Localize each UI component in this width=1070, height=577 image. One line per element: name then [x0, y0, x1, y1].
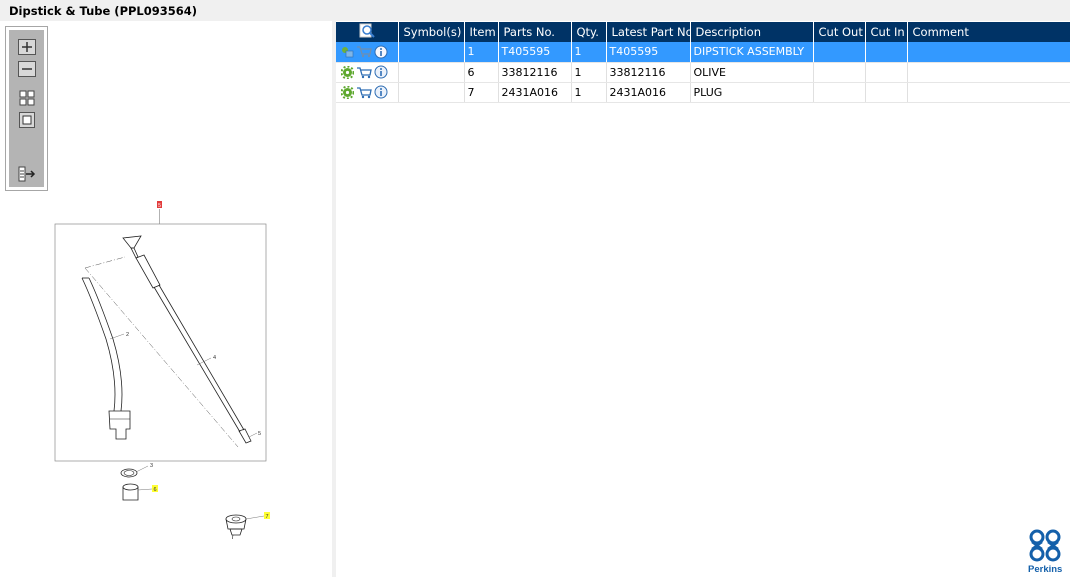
drawing-pane[interactable]: 5 2 3 4 5 6 7 [0, 21, 332, 577]
callout-5: 5 [258, 431, 261, 437]
cell-qty: 1 [571, 42, 607, 63]
minus-box-icon [18, 61, 36, 77]
cell-cut-out [813, 82, 866, 103]
cell-item: 7 [464, 82, 499, 103]
export-button[interactable] [18, 166, 36, 182]
dipstick-tube [81, 277, 116, 412]
gear-icon[interactable] [341, 85, 354, 99]
callout-6: 6 [153, 487, 156, 493]
list-arrow-icon [18, 166, 36, 182]
cell-latest: 2431A016 [606, 82, 691, 103]
column-header-icons[interactable] [336, 22, 399, 42]
column-header-parts-no[interactable]: Parts No. [498, 22, 572, 42]
cell-description: PLUG [690, 82, 814, 103]
column-header-latest[interactable]: Latest Part No. [606, 22, 691, 42]
cart-icon[interactable] [356, 45, 372, 58]
row-actions [336, 42, 399, 63]
zoom-in-button[interactable] [18, 39, 36, 55]
callout-2: 2 [126, 332, 129, 338]
perkins-logo-text: Perkins [1028, 564, 1063, 575]
fit-window-button[interactable] [18, 112, 36, 128]
cell-symbols [398, 62, 465, 83]
callout-4: 4 [213, 355, 216, 361]
cart-icon[interactable] [356, 86, 372, 99]
cell-cut-in [865, 42, 908, 63]
column-header-symbols[interactable]: Symbol(s) [398, 22, 465, 42]
info-icon[interactable] [374, 65, 388, 79]
cell-description: OLIVE [690, 62, 814, 83]
column-header-item[interactable]: Item [464, 22, 499, 42]
table-header-row: Symbol(s) Item Parts No. Qty. Latest Par… [336, 22, 1070, 42]
parts-group-icon[interactable] [341, 45, 354, 58]
cell-qty: 1 [571, 62, 607, 83]
cell-latest: T405595 [606, 42, 691, 63]
viewer-toolbar [5, 26, 48, 191]
window-title: Dipstick & Tube (PPL093564) [9, 4, 198, 18]
info-icon[interactable] [374, 85, 388, 99]
callout-7: 7 [265, 514, 268, 520]
column-header-comment[interactable]: Comment [907, 22, 1070, 42]
search-doc-icon [359, 23, 375, 38]
plus-box-icon [18, 39, 36, 55]
fit-all-button[interactable] [18, 90, 36, 106]
dipstick-handle [122, 235, 142, 249]
callout-3: 3 [150, 463, 153, 469]
cell-comment [907, 62, 1070, 83]
cell-description: DIPSTICK ASSEMBLY [690, 42, 814, 63]
cell-comment [907, 42, 1070, 63]
perkins-logo: Perkins [1026, 528, 1070, 577]
callout-top-marker: 5 [158, 203, 161, 209]
square-icon [19, 112, 35, 128]
cell-qty: 1 [571, 82, 607, 103]
exploded-parts-diagram[interactable]: 5 2 3 4 5 6 7 [40, 199, 290, 539]
row-actions [336, 82, 399, 103]
assembly-frame [54, 223, 267, 462]
zoom-out-button[interactable] [18, 61, 36, 77]
dipstick-rod [153, 286, 241, 433]
cell-cut-out [813, 42, 866, 63]
cell-cut-out [813, 62, 866, 83]
table-row[interactable]: 7 2431A016 1 2431A016 PLUG [336, 82, 1070, 103]
cell-comment [907, 82, 1070, 103]
cell-item: 6 [464, 62, 499, 83]
row-actions [336, 62, 399, 83]
table-row[interactable]: 6 33812116 1 33812116 OLIVE [336, 62, 1070, 83]
column-header-qty[interactable]: Qty. [571, 22, 607, 42]
cell-cut-in [865, 82, 908, 103]
cell-parts-no: 33812116 [498, 62, 572, 83]
column-header-cut-in[interactable]: Cut In [865, 22, 908, 42]
cell-item: 1 [464, 42, 499, 63]
cell-symbols [398, 82, 465, 103]
table-row[interactable]: 1 T405595 1 T405595 DIPSTICK ASSEMBLY [336, 42, 1070, 63]
cell-cut-in [865, 62, 908, 83]
grid-icon [19, 90, 35, 106]
cell-latest: 33812116 [606, 62, 691, 83]
parts-list-pane: Symbol(s) Item Parts No. Qty. Latest Par… [336, 21, 1070, 577]
info-icon[interactable] [374, 45, 388, 59]
column-header-cut-out[interactable]: Cut Out [813, 22, 866, 42]
perkins-logo-mark [1029, 529, 1061, 562]
cell-parts-no: T405595 [498, 42, 572, 63]
cart-icon[interactable] [356, 66, 372, 79]
gear-icon[interactable] [341, 65, 354, 79]
title-bar: Dipstick & Tube (PPL093564) [0, 0, 1070, 21]
cell-parts-no: 2431A016 [498, 82, 572, 103]
column-header-description[interactable]: Description [690, 22, 814, 42]
parts-table: Symbol(s) Item Parts No. Qty. Latest Par… [336, 22, 1070, 103]
cell-symbols [398, 42, 465, 63]
